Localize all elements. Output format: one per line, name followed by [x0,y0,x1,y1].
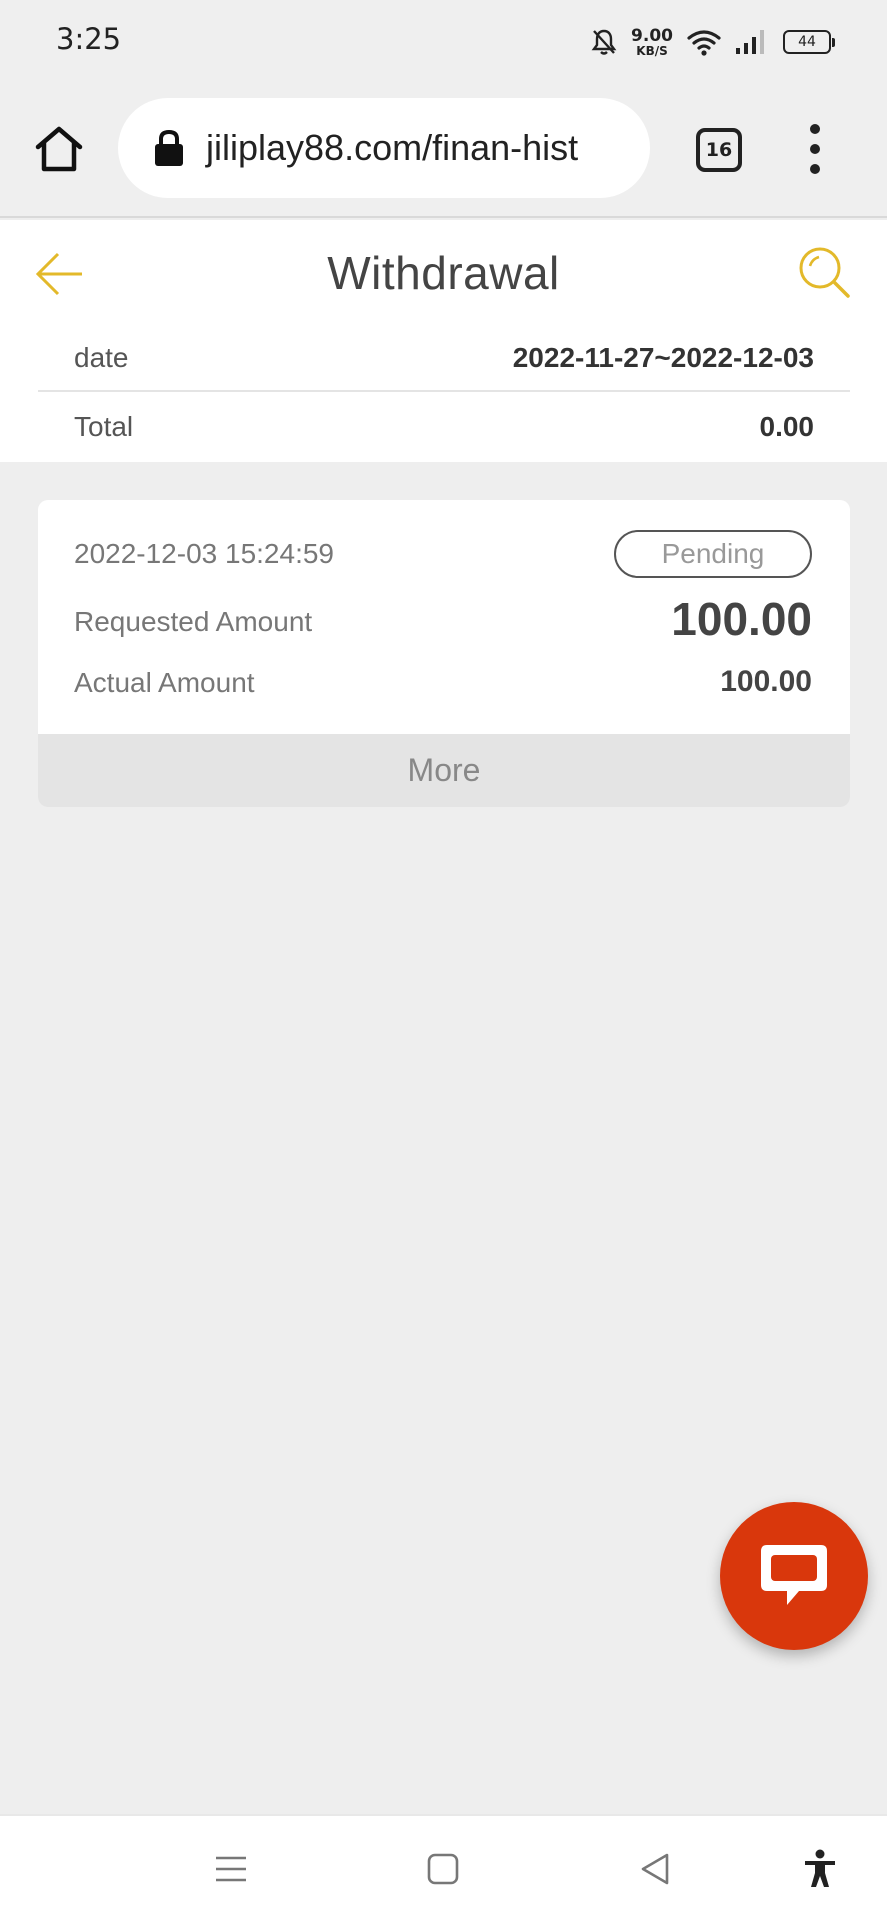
system-nav-bar [0,1814,887,1920]
record-timestamp: 2022-12-03 15:24:59 [74,538,334,569]
nav-menu-button[interactable] [208,1846,254,1892]
requested-amount-value: 100.00 [671,593,812,645]
page-title: Withdrawal [327,247,560,299]
net-speed: 9.00 KB/S [631,25,673,58]
nav-home-button[interactable] [420,1846,466,1892]
battery-icon: 44 [783,30,835,54]
battery-level: 44 [798,34,816,50]
signal-icon [736,30,764,54]
status-time: 3:25 [56,22,122,56]
lock-icon [155,129,183,166]
nav-accessibility-button[interactable] [797,1846,843,1892]
url-text: jiliplay88.com/finan-hist [206,127,579,168]
browser-menu-button[interactable] [800,124,830,174]
chat-icon [761,1545,827,1605]
browser-home-button[interactable] [30,120,88,178]
more-vert-dot [810,144,820,154]
more-vert-dot [810,164,820,174]
status-badge: Pending [614,530,812,578]
actual-amount-label: Actual Amount [74,667,255,698]
address-bar[interactable]: jiliplay88.com/finan-hist [118,98,650,198]
withdrawal-record-card: 2022-12-03 15:24:59 Pending Requested Am… [38,500,850,807]
nav-back-button[interactable] [632,1846,678,1892]
total-row: Total 0.00 [38,394,850,460]
status-icons: 9.00 KB/S 44 [591,22,835,62]
home-icon [35,126,83,172]
net-speed-unit: KB/S [636,43,668,58]
total-value: 0.00 [759,411,815,442]
accessibility-icon [805,1849,835,1887]
live-chat-button[interactable] [720,1502,868,1650]
back-triangle-icon [641,1853,669,1885]
requested-amount-label: Requested Amount [74,606,313,637]
more-button[interactable]: More [38,734,850,807]
home-square-icon [427,1853,459,1885]
status-bar: 3:25 9.00 KB/S 44 [0,0,887,80]
tab-count: 16 [705,139,733,161]
menu-icon [216,1856,246,1882]
wifi-icon [687,30,721,56]
net-speed-value: 9.00 [631,25,673,46]
date-label: date [74,342,129,373]
date-range-row[interactable]: date 2022-11-27~2022-12-03 [38,326,850,392]
actual-amount-value: 100.00 [720,665,812,698]
search-icon[interactable] [796,244,852,300]
date-range-value: 2022-11-27~2022-12-03 [512,342,814,373]
browser-toolbar: jiliplay88.com/finan-hist 16 [0,80,887,218]
bell-muted-icon [591,29,617,55]
more-vert-icon [810,124,820,134]
total-label: Total [74,411,134,442]
tab-switcher-button[interactable]: 16 [696,128,742,172]
